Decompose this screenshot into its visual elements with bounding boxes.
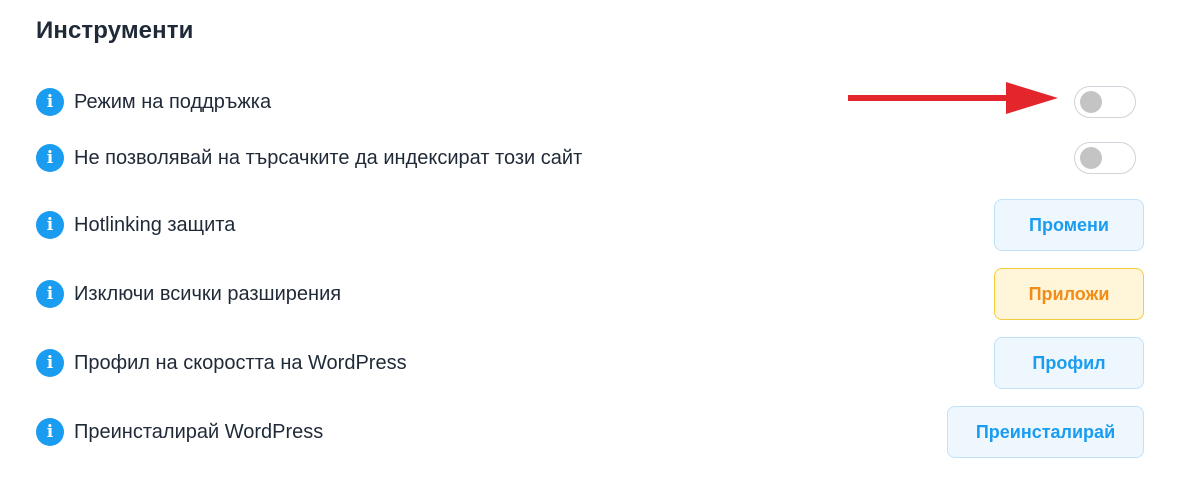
change-button[interactable]: Промени bbox=[994, 199, 1144, 251]
profile-button[interactable]: Профил bbox=[994, 337, 1144, 389]
tools-panel: Инструменти i Режим на поддръжка i Не по… bbox=[0, 0, 1180, 480]
row-label: Изключи всички разширения bbox=[74, 282, 342, 305]
toggle-knob bbox=[1080, 91, 1102, 113]
row-label: Не позволявай на търсачките да индексира… bbox=[74, 146, 583, 169]
row-label: Профил на скоростта на WordPress bbox=[74, 351, 407, 374]
row-speed-profile: i Профил на скоростта на WordPress Профи… bbox=[36, 337, 1144, 389]
annotation-arrow-icon bbox=[848, 82, 1058, 114]
reinstall-button[interactable]: Преинсталирай bbox=[947, 406, 1144, 458]
apply-button[interactable]: Приложи bbox=[994, 268, 1144, 320]
row-label: Hotlinking защита bbox=[74, 213, 236, 236]
info-icon[interactable]: i bbox=[36, 418, 64, 446]
row-disallow-indexing: i Не позволявай на търсачките да индекси… bbox=[36, 138, 1144, 178]
row-disable-plugins: i Изключи всички разширения Приложи bbox=[36, 268, 1144, 320]
row-reinstall-wordpress: i Преинсталирай WordPress Преинсталирай bbox=[36, 406, 1144, 458]
row-label: Режим на поддръжка bbox=[74, 90, 272, 113]
info-icon[interactable]: i bbox=[36, 349, 64, 377]
info-icon[interactable]: i bbox=[36, 280, 64, 308]
disallow-indexing-toggle[interactable] bbox=[1074, 142, 1136, 174]
info-icon[interactable]: i bbox=[36, 88, 64, 116]
info-icon[interactable]: i bbox=[36, 211, 64, 239]
toggle-knob bbox=[1080, 147, 1102, 169]
maintenance-mode-toggle[interactable] bbox=[1074, 86, 1136, 118]
info-icon[interactable]: i bbox=[36, 144, 64, 172]
section-title: Инструменти bbox=[36, 17, 194, 44]
row-hotlinking-protection: i Hotlinking защита Промени bbox=[36, 199, 1144, 251]
row-label: Преинсталирай WordPress bbox=[74, 420, 324, 443]
